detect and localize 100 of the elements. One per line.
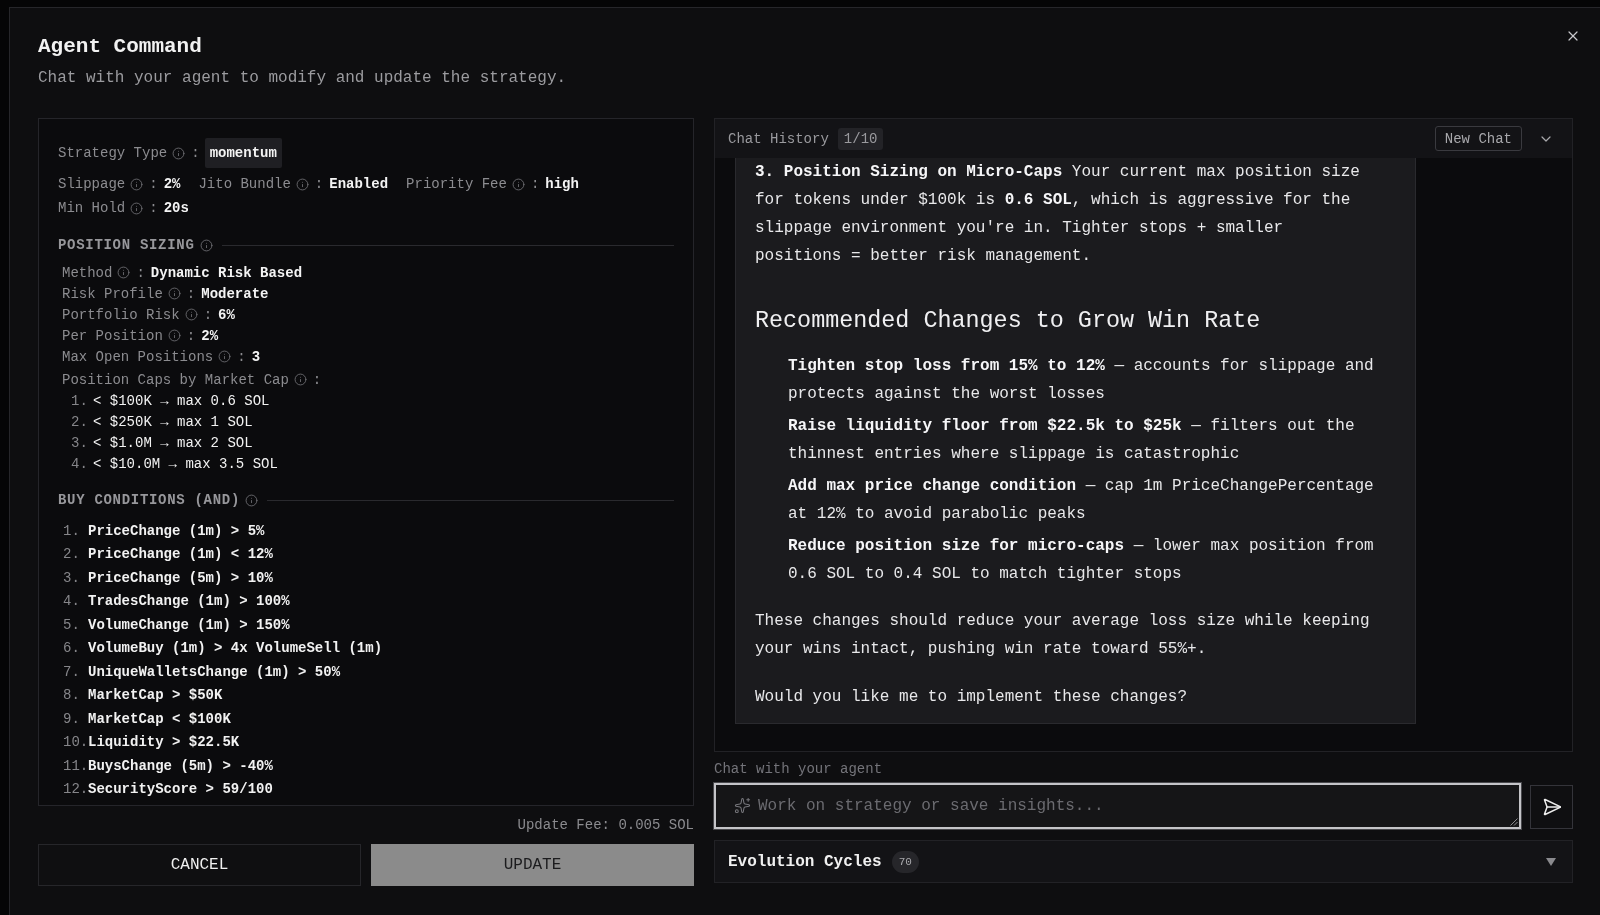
- info-icon: [218, 350, 232, 363]
- param-label: Position Caps by Market Cap: [62, 370, 289, 390]
- new-chat-button[interactable]: New Chat: [1434, 126, 1522, 151]
- param-value: Dynamic Risk Based: [150, 263, 303, 283]
- list-number: 11.: [63, 757, 88, 774]
- chat-input[interactable]: Work on strategy or save insights...: [714, 783, 1521, 829]
- section-heading: BUY CONDITIONS (AND): [58, 491, 241, 510]
- strategy-type-value: momentum: [204, 138, 282, 168]
- list-number: 1.: [70, 392, 89, 409]
- resize-grip-icon[interactable]: [1510, 818, 1518, 826]
- condition-text: BuysChange (5m) > -40%: [88, 757, 273, 774]
- list-number: 12.: [63, 781, 88, 798]
- info-icon: [130, 177, 144, 191]
- cycles-count-badge: 70: [891, 850, 919, 873]
- list-number: 3.: [63, 569, 81, 586]
- list-number: 2.: [63, 546, 81, 563]
- info-icon: [295, 177, 309, 191]
- list-number: 3.: [70, 434, 89, 451]
- message-list-item: Raise liquidity floor from $22.5k to $25k — filters out the thinnest entries where slippage is catastrophic: [788, 416, 1356, 465]
- list-number: 2.: [70, 413, 89, 430]
- condition-text: UniqueWalletsChange (1m) > 50%: [88, 663, 341, 680]
- list-number: 8.: [63, 687, 81, 704]
- message-text: Would you like me to implement these changes?: [755, 687, 1189, 708]
- info-icon: [184, 308, 198, 321]
- message-list-item: Reduce position size for micro-caps — lower max position from 0.6 SOL to 0.4 SOL to match tighter stops: [788, 536, 1375, 585]
- param-label: Portfolio Risk: [62, 305, 180, 325]
- dialog-title: Agent Command: [38, 35, 202, 59]
- condition-text: Liquidity > $22.5K: [88, 734, 240, 751]
- cancel-button[interactable]: CANCEL: [38, 844, 361, 886]
- cap-rule-text: < $100K → max 0.6 SOL: [93, 392, 270, 409]
- condition-text: MarketCap < $100K: [88, 710, 231, 727]
- condition-text: SecurityScore > 59/100: [88, 781, 273, 798]
- info-icon: [167, 329, 181, 342]
- send-button[interactable]: [1530, 785, 1573, 829]
- separator-text: :: [186, 284, 196, 304]
- param-value: Moderate: [201, 284, 269, 304]
- param-value: 2%: [201, 326, 219, 346]
- separator-text: :: [191, 144, 200, 163]
- param-value: 20s: [163, 199, 189, 218]
- separator-text: :: [149, 199, 158, 218]
- param-value: high: [545, 175, 579, 194]
- list-number: 1.: [63, 522, 81, 539]
- update-fee-text: Update Fee: 0.005 SOL: [517, 816, 694, 834]
- info-icon: [293, 373, 307, 386]
- list-number: 4.: [70, 455, 89, 472]
- param-label: Slippage: [58, 175, 126, 194]
- list-number: 7.: [63, 663, 81, 680]
- info-icon: [511, 177, 525, 191]
- separator-text: :: [237, 347, 246, 367]
- chat-input-label: Chat with your agent: [714, 761, 883, 777]
- update-button[interactable]: UPDATE: [371, 844, 694, 886]
- separator-text: :: [530, 175, 540, 194]
- param-label: Max Open Positions: [62, 347, 214, 367]
- cap-rule-text: < $10.0M → max 3.5 SOL: [93, 455, 278, 472]
- message-text: These changes should reduce your average loss size while keeping your wins intact, pushing win rate toward 55%+.: [755, 611, 1371, 660]
- triangle-down-icon: [1546, 857, 1556, 866]
- condition-text: MarketCap > $50K: [88, 687, 223, 704]
- condition-text: PriceChange (1m) > 5%: [88, 522, 265, 539]
- message-heading: Recommended Changes to Grow Win Rate: [755, 307, 1262, 336]
- message-list-item: Add max price change condition — cap 1m PriceChangePercentage at 12% to avoid parabolic peaks: [788, 476, 1375, 525]
- param-label: Method: [62, 263, 113, 283]
- condition-text: TradesChange (1m) > 100%: [88, 593, 290, 610]
- send-icon: [1541, 797, 1562, 817]
- chat-history-title: Chat History: [728, 130, 829, 147]
- param-label: Strategy Type: [58, 144, 168, 163]
- separator-text: :: [203, 305, 213, 325]
- separator-text: :: [136, 263, 145, 283]
- param-label: Per Position: [62, 326, 163, 346]
- condition-text: VolumeBuy (1m) > 4x VolumeSell (1m): [88, 640, 383, 657]
- info-icon: [199, 238, 213, 252]
- info-icon: [245, 493, 259, 507]
- separator-text: :: [312, 370, 322, 390]
- param-label: Priority Fee: [406, 175, 507, 194]
- condition-text: PriceChange (1m) < 12%: [88, 546, 273, 563]
- list-number: 9.: [63, 710, 81, 727]
- dialog-subtitle: Chat with your agent to modify and update the strategy.: [38, 68, 567, 88]
- param-label: Jito Bundle: [198, 175, 291, 194]
- info-icon: [172, 146, 186, 160]
- param-label: Risk Profile: [62, 284, 163, 304]
- list-number: 5.: [63, 616, 81, 633]
- list-number: 10.: [63, 734, 88, 751]
- param-label: Min Hold: [58, 199, 126, 218]
- cap-rule-text: < $1.0M → max 2 SOL: [93, 434, 253, 451]
- param-value: Enabled: [329, 175, 389, 194]
- sparkles-icon: [734, 797, 751, 814]
- separator-text: :: [186, 326, 196, 346]
- param-value: 6%: [218, 305, 235, 325]
- evolution-cycles-title: Evolution Cycles: [728, 852, 882, 871]
- message-text: 3. Position Sizing on Micro-Caps Your current max position size for tokens under $100k is 0.6 SOL, which is aggressive for the slippage environment you're in. Tighter stops + smaller positions = better risk management.: [755, 162, 1361, 267]
- list-number: 6.: [63, 640, 81, 657]
- list-number: 4.: [63, 593, 81, 610]
- condition-text: VolumeChange (1m) > 150%: [88, 616, 290, 633]
- info-icon: [117, 266, 131, 279]
- cap-rule-text: < $250K → max 1 SOL: [93, 413, 253, 430]
- evolution-cycles-bar[interactable]: Evolution Cycles 70: [714, 840, 1573, 883]
- separator-text: :: [149, 175, 158, 194]
- param-value: 2%: [163, 175, 181, 194]
- separator-text: :: [314, 175, 324, 194]
- info-icon: [130, 201, 144, 215]
- info-icon: [167, 287, 181, 300]
